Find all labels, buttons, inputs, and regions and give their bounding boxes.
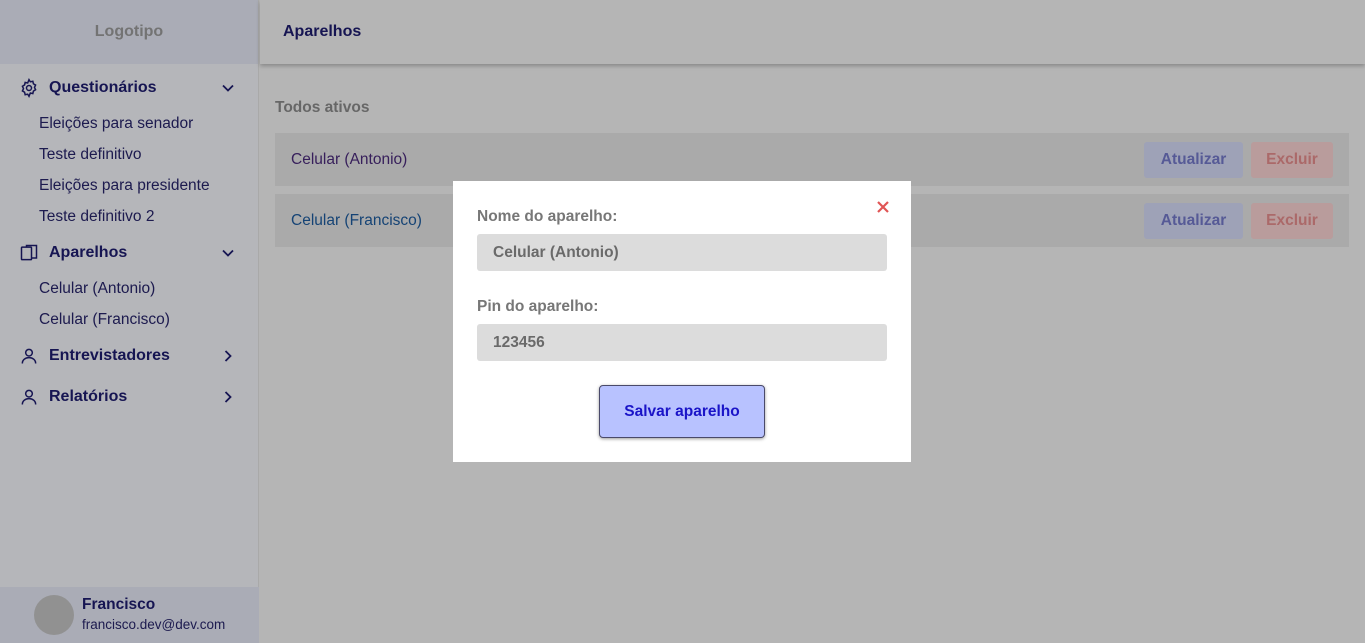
device-pin-field[interactable] [477, 324, 887, 361]
device-name-label: Nome do aparelho: [477, 208, 618, 225]
save-device-button[interactable]: Salvar aparelho [599, 385, 765, 438]
edit-device-modal: Nome do aparelho: Pin do aparelho: Salva… [453, 181, 911, 462]
device-name-field[interactable] [477, 234, 887, 271]
device-pin-label: Pin do aparelho: [477, 298, 599, 315]
close-icon[interactable] [875, 199, 891, 215]
